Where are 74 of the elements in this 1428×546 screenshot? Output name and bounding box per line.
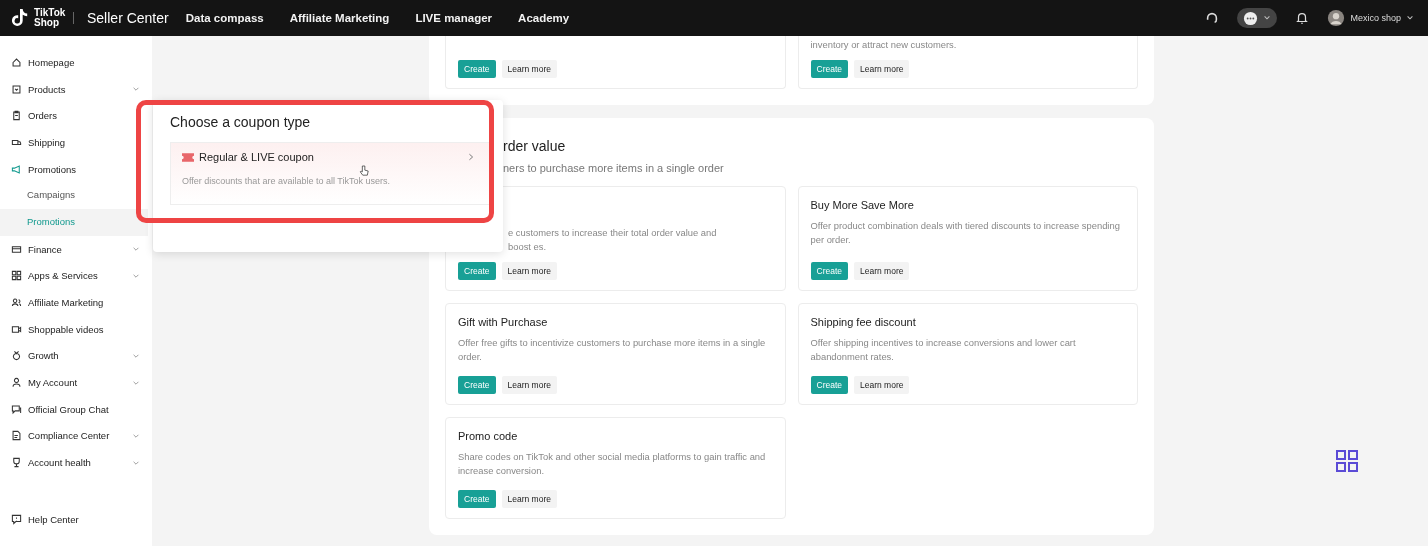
help-center-link[interactable]: Help Center: [0, 506, 152, 533]
chevron-down-icon: [132, 85, 140, 94]
chevron-down-icon: [132, 245, 140, 254]
sidebar-item[interactable]: Official Group Chat: [0, 395, 152, 423]
option-label: Regular & LIVE coupon: [199, 151, 315, 163]
chat-button[interactable]: [1237, 8, 1278, 28]
menu-icon: [11, 163, 22, 175]
menu-icon: [11, 323, 22, 335]
learn-more-button[interactable]: Learn more: [501, 376, 557, 394]
card-description: e customers to increase their total order value and boost es.: [507, 226, 718, 254]
sidebar-item[interactable]: My Account: [0, 369, 152, 396]
sidebar-item[interactable]: Shoppable videos: [0, 315, 152, 343]
menu-icon: [11, 297, 22, 309]
menu-icon: [11, 56, 22, 68]
account-menu[interactable]: Mexico shop: [1327, 9, 1414, 27]
popover-title: Choose a coupon type: [170, 114, 312, 130]
chat-bubble-icon: [1243, 10, 1259, 26]
sidebar-item[interactable]: Affiliate Marketing: [0, 289, 152, 316]
learn-more-button[interactable]: Learn more: [501, 490, 557, 508]
menu-icon: [11, 83, 22, 95]
sidebar-item[interactable]: Growth: [0, 342, 152, 370]
sidebar-item[interactable]: Finance: [0, 235, 152, 263]
card-description: Offer product combination deals with tiered discounts to increase spending per order.: [810, 219, 1121, 247]
menu-icon: [11, 430, 22, 442]
sidebar-item[interactable]: Shipping: [0, 129, 152, 156]
logo-text[interactable]: TikTok Shop: [34, 8, 64, 28]
sidebar-item[interactable]: Products: [0, 75, 152, 103]
sidebar-item[interactable]: Account health: [0, 449, 152, 476]
card-title: Buy More Save More: [810, 199, 915, 211]
card-title: Gift with Purchase: [458, 316, 549, 328]
sidebar-item[interactable]: Orders: [0, 102, 152, 130]
menu-icon: [11, 110, 22, 122]
sidebar-subitem[interactable]: Campaigns: [0, 182, 148, 210]
chevron-right-icon: [467, 153, 475, 161]
nav-link[interactable]: Academy: [518, 12, 570, 24]
card-title: Shipping fee discount: [810, 316, 917, 328]
help-icon: [11, 514, 22, 526]
section-subtitle: ners to purchase more items in a single order: [502, 162, 725, 174]
account-name: Mexico shop: [1350, 13, 1401, 23]
learn-more-button[interactable]: Learn more: [501, 262, 557, 280]
menu-icon: [11, 243, 22, 255]
caret-icon: [1263, 14, 1272, 22]
card-title: Promo code: [458, 430, 519, 442]
card-description: Offer free gifts to incentivize customers to purchase more items in a single order.: [458, 336, 767, 364]
option-description: Offer discounts that are available to all TikTok users.: [182, 176, 391, 186]
menu-icon: [11, 270, 22, 282]
menu-icon: [11, 350, 22, 362]
ticket-icon: [182, 152, 194, 162]
caret-icon: [1406, 14, 1414, 22]
apps-grid-icon[interactable]: [1335, 449, 1359, 473]
sidebar-item[interactable]: Compliance Center: [0, 422, 152, 450]
learn-more-button[interactable]: Learn more: [854, 60, 910, 78]
nav-link[interactable]: LIVE manager: [415, 12, 493, 24]
menu-icon: [11, 457, 22, 469]
menu-icon: [11, 377, 22, 389]
hand-cursor-icon: [359, 165, 369, 177]
sidebar-item[interactable]: Apps & Services: [0, 262, 152, 290]
menu-icon: [11, 403, 22, 415]
music-note-logo-icon: [11, 8, 29, 28]
card-description: Offer shipping incentives to increase conversions and lower cart abandonment rates.: [810, 336, 1077, 364]
nav-link[interactable]: Affiliate Marketing: [289, 12, 390, 24]
sidebar-item[interactable]: Homepage: [0, 49, 152, 76]
learn-more-button[interactable]: Learn more: [854, 376, 910, 394]
learn-more-button[interactable]: Learn more: [501, 60, 557, 78]
sidebar-item[interactable]: Promotions: [0, 155, 152, 183]
card-description: inventory or attract new customers.: [810, 38, 958, 52]
card-description: Share codes on TikTok and other social media platforms to gain traffic and increase conversion.: [458, 450, 767, 478]
headset-icon[interactable]: [1205, 11, 1220, 25]
learn-more-button[interactable]: Learn more: [854, 262, 910, 280]
nav-link[interactable]: Data compass: [185, 12, 264, 24]
bell-icon[interactable]: [1295, 11, 1310, 25]
app-title: Seller Center: [87, 10, 169, 26]
avatar-icon: [1327, 9, 1346, 27]
section-title: rder value: [502, 138, 567, 154]
